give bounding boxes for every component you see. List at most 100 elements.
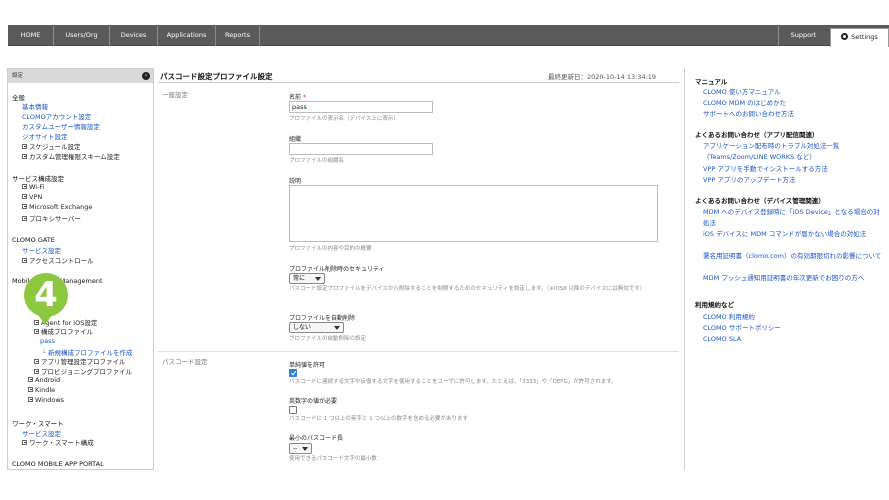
sidebar-item-config-profile[interactable]: 構成プロファイル [34, 326, 93, 336]
step-number-badge: 4 [24, 273, 68, 325]
removal-security-select[interactable]: 常に [289, 273, 325, 284]
expand-icon[interactable] [28, 387, 33, 392]
last-updated: 最終更新日：2020-10-14 13:34:19 [548, 73, 657, 81]
faq-device-heading: よくあるお問い合わせ（デバイス管理関連） [695, 197, 825, 205]
chevron-down-icon [334, 326, 340, 330]
sidebar-item-label: プロキシサーバー [29, 215, 81, 223]
sidebar-item-label: スケジュール設定 [29, 143, 81, 151]
sidebar-section-portal: CLOMO MOBILE APP PORTAL [12, 460, 104, 468]
manual-heading: マニュアル [695, 78, 728, 86]
gear-icon [841, 33, 849, 40]
tab-applications[interactable]: Applications [158, 25, 216, 46]
faq-device-link-mdm-command[interactable]: iOS デバイスに MDM コマンドが届かない場合の対処法 [703, 229, 883, 240]
expand-icon[interactable] [28, 377, 33, 382]
faq-device-link-ios-device[interactable]: MDM へのデバイス登録時に「iOS Device」となる場合の対処法 [703, 207, 883, 229]
sidebar-link-basic-info[interactable]: 基本情報 [22, 101, 48, 111]
expand-icon[interactable] [34, 329, 39, 334]
sidebar-item-exchange[interactable]: Microsoft Exchange [22, 203, 92, 211]
removal-security-value: 常に [293, 275, 306, 282]
org-input[interactable] [289, 143, 433, 155]
expand-icon[interactable] [22, 258, 27, 263]
sidebar-item-label: アクセスコントロール [29, 257, 94, 265]
chevron-down-icon [302, 447, 308, 451]
section-general-label: 一般設定 [162, 91, 188, 99]
expand-icon[interactable] [34, 369, 39, 374]
sidebar-item-app-management[interactable]: アプリ管理設定プロファイル [34, 356, 126, 366]
auto-delete-select[interactable]: しない [289, 322, 344, 333]
min-length-select[interactable]: -- [289, 443, 312, 454]
sidebar-item-label: ワーク・スマート構成 [29, 439, 94, 447]
allow-simple-label: 単純値を許可 [289, 362, 326, 369]
expand-icon[interactable] [28, 397, 33, 402]
expand-icon[interactable] [22, 204, 27, 209]
faq-device-link-cert-expiry[interactable]: 署名用証明書（clomo.com）の有効期限切れの影響について [703, 251, 883, 262]
sidebar-item-label: Kindle [35, 386, 56, 394]
allow-simple-help: パスコードに連続する文字や反復する文字を使用することをユーザに許可します。たとえ… [289, 379, 617, 385]
sidebar-section-service: サービス構成設定 [12, 175, 64, 183]
auto-delete-label: プロファイルを自動削除 [289, 315, 356, 322]
expand-icon[interactable] [22, 184, 27, 189]
sidebar-item-label: Microsoft Exchange [29, 203, 93, 211]
chevron-down-icon [315, 277, 321, 281]
sidebar-item-access-control[interactable]: アクセスコントロール [22, 255, 94, 265]
expand-icon[interactable] [22, 440, 27, 445]
name-input[interactable]: pass [289, 101, 433, 113]
tab-support[interactable]: Support [778, 25, 828, 46]
faq-device-link-push-cert[interactable]: MDM プッシュ通知用証明書の年次更新でお困りの方へ [703, 273, 883, 284]
description-textarea[interactable] [289, 185, 658, 242]
expand-icon[interactable] [22, 194, 27, 199]
sidebar-item-android[interactable]: Android [28, 376, 60, 384]
expand-icon[interactable] [22, 154, 27, 159]
sidebar-section-gate: CLOMO GATE [12, 236, 55, 244]
terms-link-sla[interactable]: CLOMO SLA [703, 334, 883, 345]
sidebar-item-proxy[interactable]: プロキシサーバー [22, 213, 81, 223]
auto-delete-value: しない [293, 324, 312, 331]
manual-link-getting-started[interactable]: CLOMO MDM のはじめかた [703, 98, 883, 109]
tab-users-org[interactable]: Users/Org [54, 25, 110, 46]
faq-app-heading: よくあるお問い合わせ（アプリ配信関連） [695, 131, 819, 139]
require-alnum-checkbox[interactable] [289, 406, 297, 414]
allow-simple-checkbox[interactable] [289, 369, 297, 377]
tab-home[interactable]: HOME [8, 25, 54, 46]
manual-link-usage[interactable]: CLOMO 使い方マニュアル [703, 87, 883, 98]
faq-app-link-vpp-install[interactable]: VPP アプリを手動でインストールする方法 [703, 164, 883, 175]
sidebar-item-permission-scheme[interactable]: カスタム管理権限スキーム設定 [22, 151, 120, 161]
expand-icon[interactable] [22, 216, 27, 221]
sidebar-item-provisioning[interactable]: プロビジョニングプロファイル [34, 366, 132, 376]
expand-icon[interactable] [34, 359, 39, 364]
sidebar-item-wifi[interactable]: Wi-Fi [22, 183, 45, 191]
min-length-help: 使用できるパスコード文字の最小数 [289, 456, 377, 462]
tab-reports[interactable]: Reports [216, 25, 260, 46]
sidebar-item-label: Wi-Fi [29, 183, 45, 191]
sidebar-item-work-smart-config[interactable]: ワーク・スマート構成 [22, 437, 94, 447]
description-label: 説明 [289, 178, 302, 185]
expand-icon[interactable] [22, 144, 27, 149]
faq-app-link-vpp-update[interactable]: VPP アプリのアップデート方法 [703, 175, 883, 186]
sidebar-item-label: VPN [29, 193, 43, 201]
settings-sidebar: 設定 ‹ 全般 基本情報 CLOMOアカウント設定 カスタムユーザー情報設定 ジオ… [7, 68, 154, 470]
sidebar-link-geosite[interactable]: ジオサイト設定 [22, 131, 68, 141]
section-passcode-label: パスコード設定 [162, 358, 208, 366]
terms-link-terms[interactable]: CLOMO 利用規約 [703, 312, 883, 323]
sidebar-item-schedule[interactable]: スケジュール設定 [22, 141, 81, 151]
sidebar-header-label: 設定 [12, 73, 24, 79]
tab-devices[interactable]: Devices [110, 25, 158, 46]
sidebar-link-pass-profile[interactable]: pass [40, 337, 55, 345]
sidebar-item-windows[interactable]: Windows [28, 396, 64, 404]
sidebar-link-custom-user[interactable]: カスタムユーザー情報設定 [22, 121, 100, 131]
sidebar-link-gate-service[interactable]: サービス設定 [22, 245, 61, 255]
collapse-sidebar-icon[interactable]: ‹ [142, 72, 150, 80]
sidebar-item-label: Android [35, 376, 61, 384]
faq-app-link-troubleshoot[interactable]: アプリケーション配布時のトラブル対処法一覧（Teams/Zoom/LINE WO… [703, 141, 883, 163]
sidebar-item-vpn[interactable]: VPN [22, 193, 42, 201]
require-alnum-help: パスコードに 1 つ以上の英字と 1 つ以上の数字を含める必要があります [289, 416, 468, 422]
sidebar-item-kindle[interactable]: Kindle [28, 386, 55, 394]
sidebar-header: 設定 ‹ [8, 69, 153, 83]
require-alnum-label: 英数字の値が必要 [289, 398, 338, 405]
tab-settings[interactable]: Settings [830, 28, 889, 47]
terms-link-support-policy[interactable]: CLOMO サポートポリシー [703, 323, 883, 334]
sidebar-link-account[interactable]: CLOMOアカウント設定 [22, 111, 91, 121]
tab-settings-label: Settings [851, 33, 878, 41]
manual-link-support-contact[interactable]: サポートへのお問い合わせ方法 [703, 109, 883, 120]
sidebar-item-label: カスタム管理権限スキーム設定 [29, 153, 120, 161]
